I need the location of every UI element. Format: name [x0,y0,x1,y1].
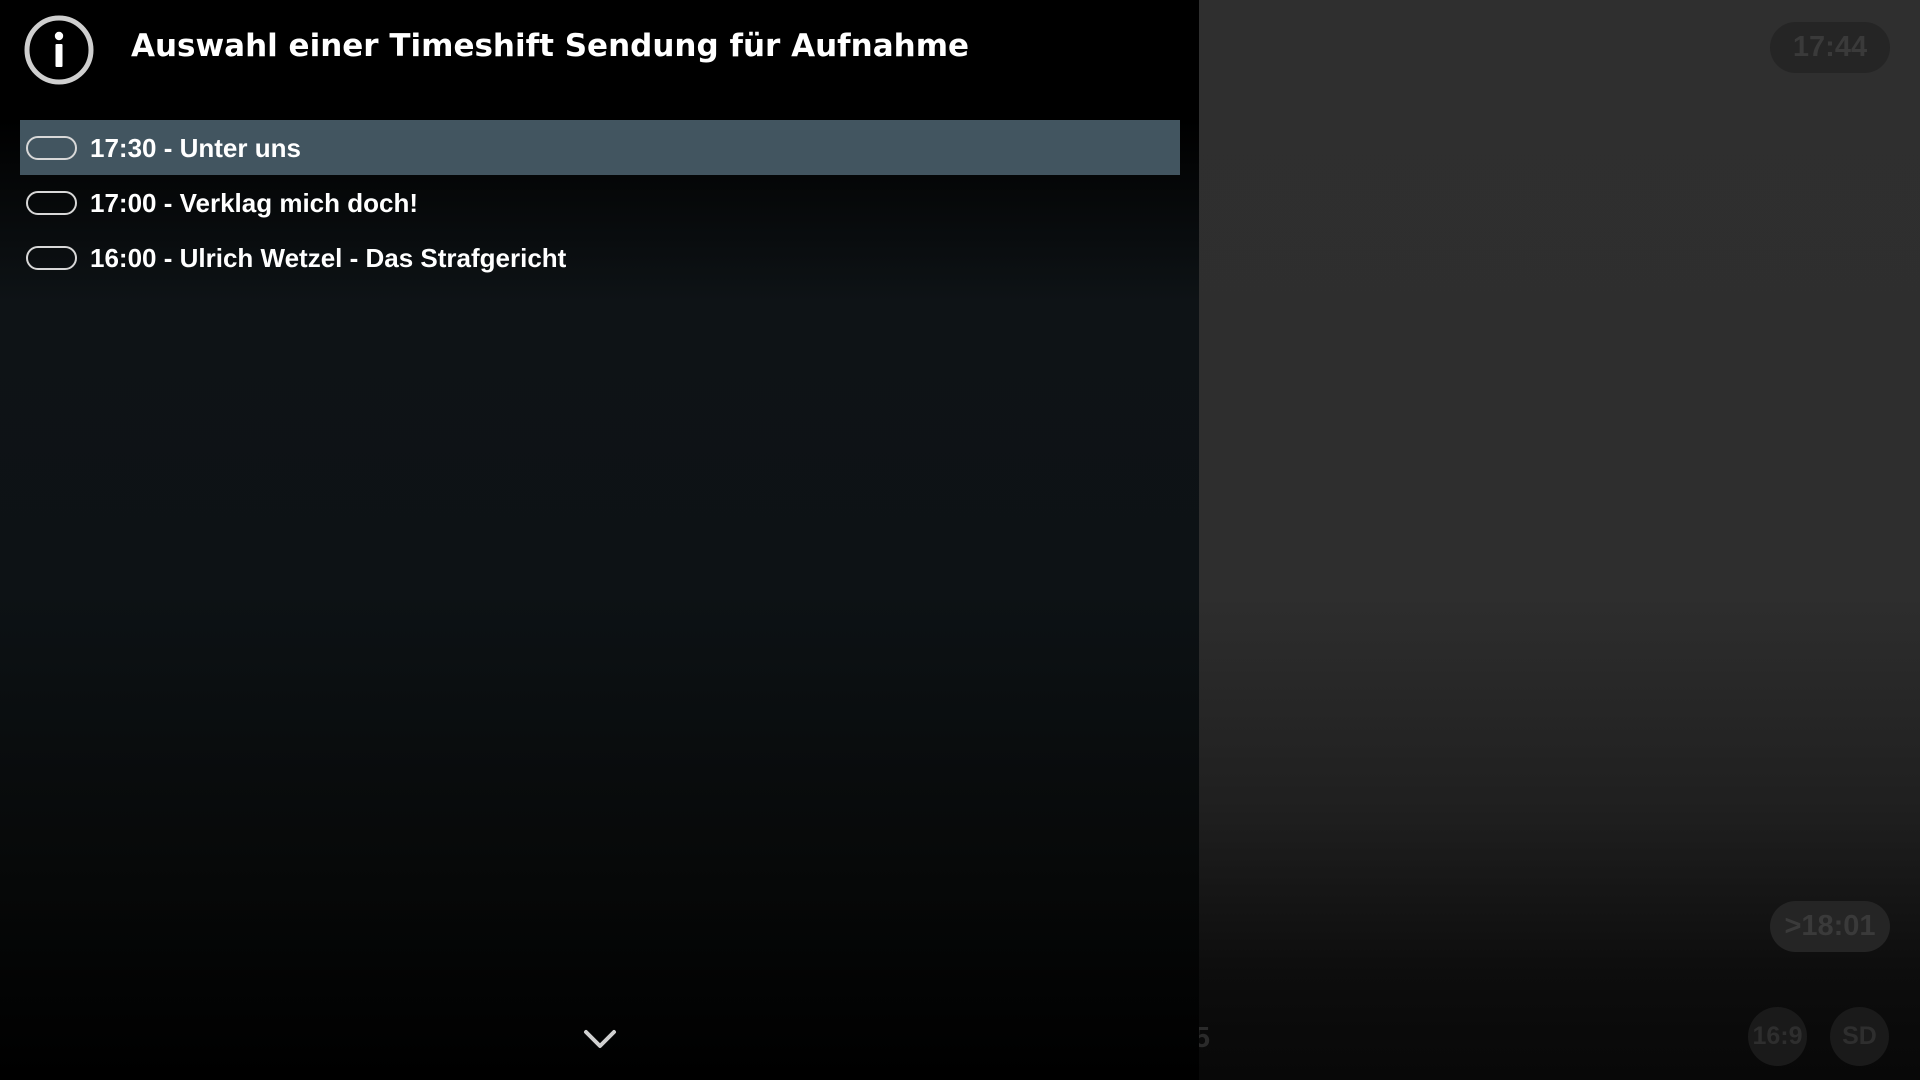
timeshift-selection-dialog: Auswahl einer Timeshift Sendung für Aufn… [0,0,1199,1080]
chevron-down-icon[interactable] [580,1024,620,1054]
aspect-ratio-badge: 16:9 [1748,1007,1807,1066]
list-item[interactable]: 16:00 - Ulrich Wetzel - Das Strafgericht [20,230,1180,285]
dialog-header: Auswahl einer Timeshift Sendung für Aufn… [0,0,1199,110]
list-item-label: 17:00 - Verklag mich doch! [90,188,419,218]
list-item-label: 17:30 - Unter uns [90,133,301,163]
resolution-badge: SD [1830,1007,1889,1066]
radio-toggle-icon[interactable] [26,191,77,215]
radio-toggle-icon[interactable] [26,246,77,270]
clock-badge: 17:44 [1770,22,1890,73]
list-item[interactable]: 17:00 - Verklag mich doch! [20,175,1180,230]
info-icon [24,15,94,85]
list-item-label: 16:00 - Ulrich Wetzel - Das Strafgericht [90,243,567,273]
screen: 17:44 >18:01 16:9 SD 5 Auswahl einer Tim… [0,0,1920,1080]
list-item[interactable]: 17:30 - Unter uns [20,120,1180,175]
radio-toggle-icon[interactable] [26,136,77,160]
program-list: 17:30 - Unter uns 17:00 - Verklag mich d… [20,120,1180,285]
dialog-title: Auswahl einer Timeshift Sendung für Aufn… [131,28,970,64]
end-time-badge: >18:01 [1770,901,1890,952]
